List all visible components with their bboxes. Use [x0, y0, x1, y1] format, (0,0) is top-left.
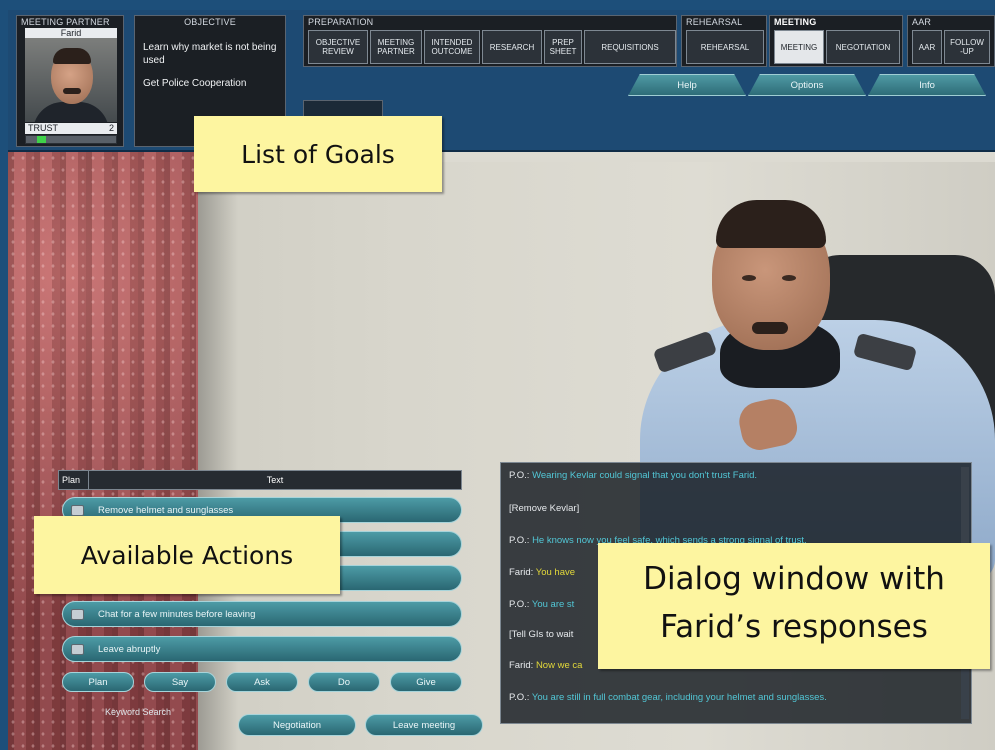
dialog-speaker: Farid:: [509, 567, 534, 578]
actions-table-header: Plan Text: [58, 470, 462, 490]
plan-checkbox[interactable]: [71, 504, 84, 516]
objective-item: Get Police Cooperation: [143, 78, 247, 89]
dialog-line: Farid: You have: [509, 567, 575, 578]
dialog-text: You are st: [531, 599, 575, 610]
partner-portrait[interactable]: [25, 38, 117, 122]
tab-meeting-partner[interactable]: MEETING PARTNER: [370, 30, 422, 64]
preparation-phase: PREPARATION OBJECTIVE REVIEW MEETING PAR…: [303, 15, 677, 67]
trust-value: 2: [108, 123, 114, 133]
ask-verb-button[interactable]: Ask: [226, 672, 298, 692]
trust-meter-fill: [36, 136, 46, 143]
rehearsal-phase: REHEARSAL REHEARSAL: [681, 15, 767, 67]
keyword-search-label: Keyword Search: [105, 707, 172, 717]
dialog-speaker: P.O.:: [509, 535, 530, 546]
dialog-speaker: Farid:: [509, 660, 534, 671]
dialog-line: [Remove Kevlar]: [509, 503, 579, 514]
dialog-text: [Remove Kevlar]: [509, 503, 580, 514]
verb-buttons: Plan Say Ask Do Give: [62, 672, 462, 692]
leave-meeting-button[interactable]: Leave meeting: [365, 714, 483, 736]
trust-label: TRUST: [28, 123, 58, 133]
tab-requisitions[interactable]: REQUISITIONS: [584, 30, 676, 64]
dialog-line: P.O.: Wearing Kevlar could signal that y…: [509, 470, 757, 481]
goals-callout: List of Goals: [194, 116, 442, 192]
dialog-line: P.O.: You are still in full combat gear,…: [509, 692, 827, 703]
options-menu: Help Options Info: [628, 74, 986, 96]
objective-item: Learn why market is not being used: [143, 42, 277, 66]
objective-label: OBJECTIVE: [184, 17, 236, 27]
dialog-text: [Tell GIs to wait: [509, 629, 574, 640]
actions-callout: Available Actions: [34, 516, 340, 594]
action-item[interactable]: Leave abruptly: [62, 636, 462, 662]
dialog-speaker: P.O.:: [509, 470, 530, 481]
col-plan-header: Plan: [59, 471, 89, 489]
dialog-callout-line1: Dialog window with: [643, 561, 945, 597]
tab-follow-up[interactable]: FOLLOW -UP: [944, 30, 990, 64]
plan-checkbox[interactable]: [71, 643, 84, 655]
meeting-label: MEETING: [774, 17, 817, 27]
dialog-speaker: P.O.:: [509, 599, 530, 610]
dialog-speaker: P.O.:: [509, 692, 530, 703]
tab-prep-sheet[interactable]: PREP SHEET: [544, 30, 582, 64]
help-button[interactable]: Help: [628, 74, 746, 96]
dialog-text: Wearing Kevlar could signal that you don…: [532, 470, 758, 481]
tab-intended-outcome[interactable]: INTENDED OUTCOME: [424, 30, 480, 64]
say-verb-button[interactable]: Say: [144, 672, 216, 692]
tab-objective-review[interactable]: OBJECTIVE REVIEW: [308, 30, 368, 64]
rehearsal-label: REHEARSAL: [686, 17, 743, 27]
plan-checkbox[interactable]: [71, 608, 84, 620]
tab-research[interactable]: RESEARCH: [482, 30, 542, 64]
meeting-partner-panel: MEETING PARTNER Farid TRUST 2: [16, 15, 124, 147]
give-verb-button[interactable]: Give: [390, 672, 462, 692]
action-label: Remove helmet and sunglasses: [98, 504, 234, 516]
dialog-line: Farid: Now we ca: [509, 660, 582, 671]
dialog-text: You are still in full combat gear, inclu…: [531, 692, 827, 703]
action-label: Chat for a few minutes before leaving: [98, 608, 256, 620]
tab-rehearsal[interactable]: REHEARSAL: [686, 30, 764, 64]
action-label: Leave abruptly: [98, 643, 161, 655]
meeting-partner-label: MEETING PARTNER: [21, 17, 110, 27]
negotiation-button[interactable]: Negotiation: [238, 714, 356, 736]
info-button[interactable]: Info: [868, 74, 986, 96]
tab-aar[interactable]: AAR: [912, 30, 942, 64]
dialog-text: You have: [535, 567, 576, 578]
dialog-line: P.O.: You are st: [509, 599, 574, 610]
trust-row: TRUST 2: [25, 123, 117, 134]
col-text-header: Text: [266, 475, 284, 485]
dialog-callout: Dialog window with Farid’s responses: [598, 543, 990, 669]
trust-meter: [25, 135, 117, 144]
tab-negotiation[interactable]: NEGOTIATION: [826, 30, 900, 64]
preparation-label: PREPARATION: [308, 17, 374, 27]
aar-phase: AAR AAR FOLLOW -UP: [907, 15, 995, 67]
do-verb-button[interactable]: Do: [308, 672, 380, 692]
options-button[interactable]: Options: [748, 74, 866, 96]
dialog-callout-line2: Farid’s responses: [660, 609, 928, 645]
aar-label: AAR: [912, 17, 932, 27]
dialog-line: [Tell GIs to wait: [509, 629, 573, 640]
objective-list: Learn why market is not being used Get P…: [143, 41, 283, 90]
action-item[interactable]: Chat for a few minutes before leaving: [62, 601, 462, 627]
dialog-text: Now we ca: [535, 660, 583, 671]
partner-name: Farid: [25, 28, 117, 38]
plan-verb-button[interactable]: Plan: [62, 672, 134, 692]
tab-meeting[interactable]: MEETING: [774, 30, 824, 64]
meeting-phase: MEETING MEETING NEGOTIATION: [769, 15, 903, 67]
